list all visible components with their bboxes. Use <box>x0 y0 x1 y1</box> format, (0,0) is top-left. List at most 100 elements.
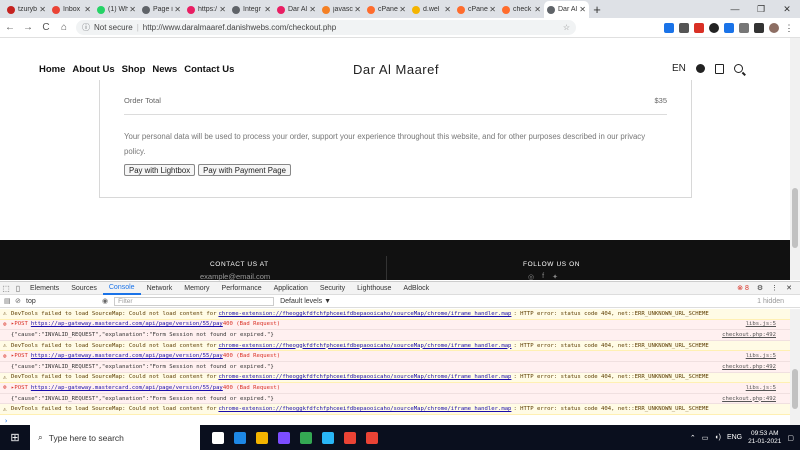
console-message[interactable]: ⚠ DevTools failed to load SourceMap: Coul… <box>0 404 790 415</box>
taskbar-app-icon[interactable] <box>322 431 334 444</box>
nav-home[interactable]: Home <box>39 64 65 75</box>
message-source-link[interactable]: libs.js:5 <box>741 321 776 328</box>
devtools-tab-memory[interactable]: Memory <box>178 282 215 295</box>
browser-tab[interactable]: cPanel ✕ <box>454 1 499 18</box>
console-message[interactable]: ⊗ ▸POST https://ap-gateway.mastercard.com… <box>0 351 790 362</box>
message-source-link[interactable]: libs.js:5 <box>741 353 776 360</box>
close-window-button[interactable]: ✕ <box>774 0 800 18</box>
message-link[interactable]: https://ap-gateway.mastercard.com/api/pa… <box>31 321 223 327</box>
extension-icon[interactable] <box>694 22 704 33</box>
context-selector[interactable]: top <box>26 298 88 305</box>
console-message[interactable]: ⚠ DevTools failed to load SourceMap: Coul… <box>0 372 790 384</box>
tab-close-icon[interactable]: ✕ <box>489 5 496 14</box>
search-icon[interactable] <box>733 64 743 73</box>
reload-button[interactable]: C <box>38 18 54 38</box>
devtools-tab-adblock[interactable]: AdBlock <box>397 282 435 295</box>
devtools-tab-application[interactable]: Application <box>268 282 314 295</box>
message-source-link[interactable]: checkout.php:492 <box>718 363 776 370</box>
maximize-button[interactable]: ❐ <box>748 0 774 18</box>
chevron-up-icon[interactable]: ⌃ <box>690 434 696 442</box>
devtools-tab-sources[interactable]: Sources <box>65 282 103 295</box>
tab-close-icon[interactable]: ✕ <box>399 5 406 14</box>
new-tab-button[interactable]: + <box>589 1 605 18</box>
browser-tab[interactable]: Dar Al ✕ <box>544 1 589 18</box>
console-message[interactable]: ⊗ ▸POST https://ap-gateway.mastercard.com… <box>0 383 790 394</box>
devtools-tab-console[interactable]: Console <box>102 282 141 295</box>
browser-tab[interactable]: Dar Al ✕ <box>274 1 319 18</box>
message-link[interactable]: chrome-extension://fheoggkfdfchfphceeifd… <box>218 343 511 349</box>
tab-close-icon[interactable]: ✕ <box>354 5 361 14</box>
bookmark-star-icon[interactable]: ☆ <box>563 23 570 32</box>
nav-about-us[interactable]: About Us <box>72 64 114 75</box>
browser-tab[interactable]: (1) Wh ✕ <box>94 1 139 18</box>
tab-close-icon[interactable]: ✕ <box>309 5 316 14</box>
twitter-icon[interactable]: ✦ <box>552 273 558 281</box>
tab-close-icon[interactable]: ✕ <box>534 5 541 14</box>
tab-close-icon[interactable]: ✕ <box>174 5 181 14</box>
taskbar-search[interactable]: ⌕ Type here to search <box>30 425 200 450</box>
devtools-tab-lighthouse[interactable]: Lighthouse <box>351 282 397 295</box>
puzzle-icon[interactable] <box>754 22 764 33</box>
extension-icon[interactable] <box>664 22 674 33</box>
console-message[interactable]: ⊗ ▸POST https://ap-gateway.mastercard.com… <box>0 319 790 331</box>
message-link[interactable]: chrome-extension://fheoggkfdfchfphceeifd… <box>218 406 511 412</box>
browser-tab[interactable]: javasc ✕ <box>319 1 364 18</box>
message-link[interactable]: https://ap-gateway.mastercard.com/api/pa… <box>31 353 223 359</box>
nav-shop[interactable]: Shop <box>122 64 146 75</box>
tab-close-icon[interactable]: ✕ <box>444 5 451 14</box>
address-bar[interactable]: ⓘ Not secure | http://www.daralmaaref.da… <box>76 20 576 35</box>
browser-tab[interactable]: check ✕ <box>499 1 544 18</box>
taskbar-app-icon[interactable] <box>300 431 312 444</box>
instagram-icon[interactable]: ◎ <box>528 273 534 281</box>
tab-close-icon[interactable]: ✕ <box>264 5 271 14</box>
page-scrollbar[interactable] <box>790 38 800 280</box>
eye-icon[interactable]: ◉ <box>102 297 108 305</box>
extension-icon[interactable] <box>679 22 689 33</box>
message-source-link[interactable]: checkout.php:492 <box>718 395 776 402</box>
menu-icon[interactable]: ⋮ <box>784 22 794 33</box>
log-levels-dropdown[interactable]: Default levels ▼ <box>280 298 331 305</box>
devtools-tab-performance[interactable]: Performance <box>216 282 268 295</box>
console-filter-input[interactable]: Filter <box>114 296 275 306</box>
console-message[interactable]: {"cause":"INVALID_REQUEST","explanation"… <box>0 330 790 341</box>
console-scrollbar[interactable] <box>790 309 800 426</box>
taskbar-app-icon[interactable] <box>344 431 356 444</box>
taskbar-app-icon[interactable] <box>234 431 246 444</box>
back-button[interactable]: ← <box>2 18 18 38</box>
message-source-link[interactable]: checkout.php:492 <box>718 331 776 338</box>
tab-close-icon[interactable]: ✕ <box>129 5 136 14</box>
forward-button[interactable]: → <box>20 18 36 38</box>
tab-close-icon[interactable]: ✕ <box>579 5 586 14</box>
extension-icon[interactable] <box>709 22 719 33</box>
gear-icon[interactable]: ⚙ <box>757 284 763 292</box>
page-scrollbar-thumb[interactable] <box>792 188 798 248</box>
tab-close-icon[interactable]: ✕ <box>84 5 91 14</box>
browser-tab[interactable]: Integr ✕ <box>229 1 274 18</box>
devtools-tab-network[interactable]: Network <box>141 282 179 295</box>
tab-close-icon[interactable]: ✕ <box>39 5 46 14</box>
browser-tab[interactable]: Inbox ✕ <box>49 1 94 18</box>
avatar[interactable] <box>769 22 779 33</box>
pay-with-lightbox-button[interactable]: Pay with Lightbox <box>124 164 196 176</box>
browser-tab[interactable]: https:/✕ <box>184 1 229 18</box>
windows-start-icon[interactable]: ⊞ <box>0 425 30 450</box>
close-devtools-icon[interactable]: ✕ <box>786 284 792 292</box>
facebook-icon[interactable]: f <box>542 273 544 281</box>
message-source-link[interactable]: libs.js:5 <box>741 384 776 391</box>
pay-with-payment-page-button[interactable]: Pay with Payment Page <box>198 164 291 176</box>
notifications-icon[interactable]: ▢ <box>787 434 794 442</box>
browser-tab[interactable]: Page i ✕ <box>139 1 184 18</box>
network-icon[interactable]: ▭ <box>702 434 709 442</box>
browser-tab[interactable]: d.wel ✕ <box>409 1 454 18</box>
tab-close-icon[interactable]: ✕ <box>219 5 226 14</box>
error-count-badge[interactable]: ⊗ 8 <box>737 284 749 292</box>
console-message[interactable]: ⚠ DevTools failed to load SourceMap: Coul… <box>0 309 790 320</box>
console-message[interactable]: {"cause":"INVALID_REQUEST","explanation"… <box>0 393 790 405</box>
taskbar-app-icon[interactable] <box>366 431 378 444</box>
nav-news[interactable]: News <box>152 64 177 75</box>
console-message[interactable]: {"cause":"INVALID_REQUEST","explanation"… <box>0 361 790 373</box>
cart-icon[interactable] <box>714 63 724 74</box>
minimize-button[interactable]: — <box>722 0 748 18</box>
contact-email[interactable]: example@email.com <box>200 272 270 281</box>
console-scrollbar-thumb[interactable] <box>792 369 798 409</box>
